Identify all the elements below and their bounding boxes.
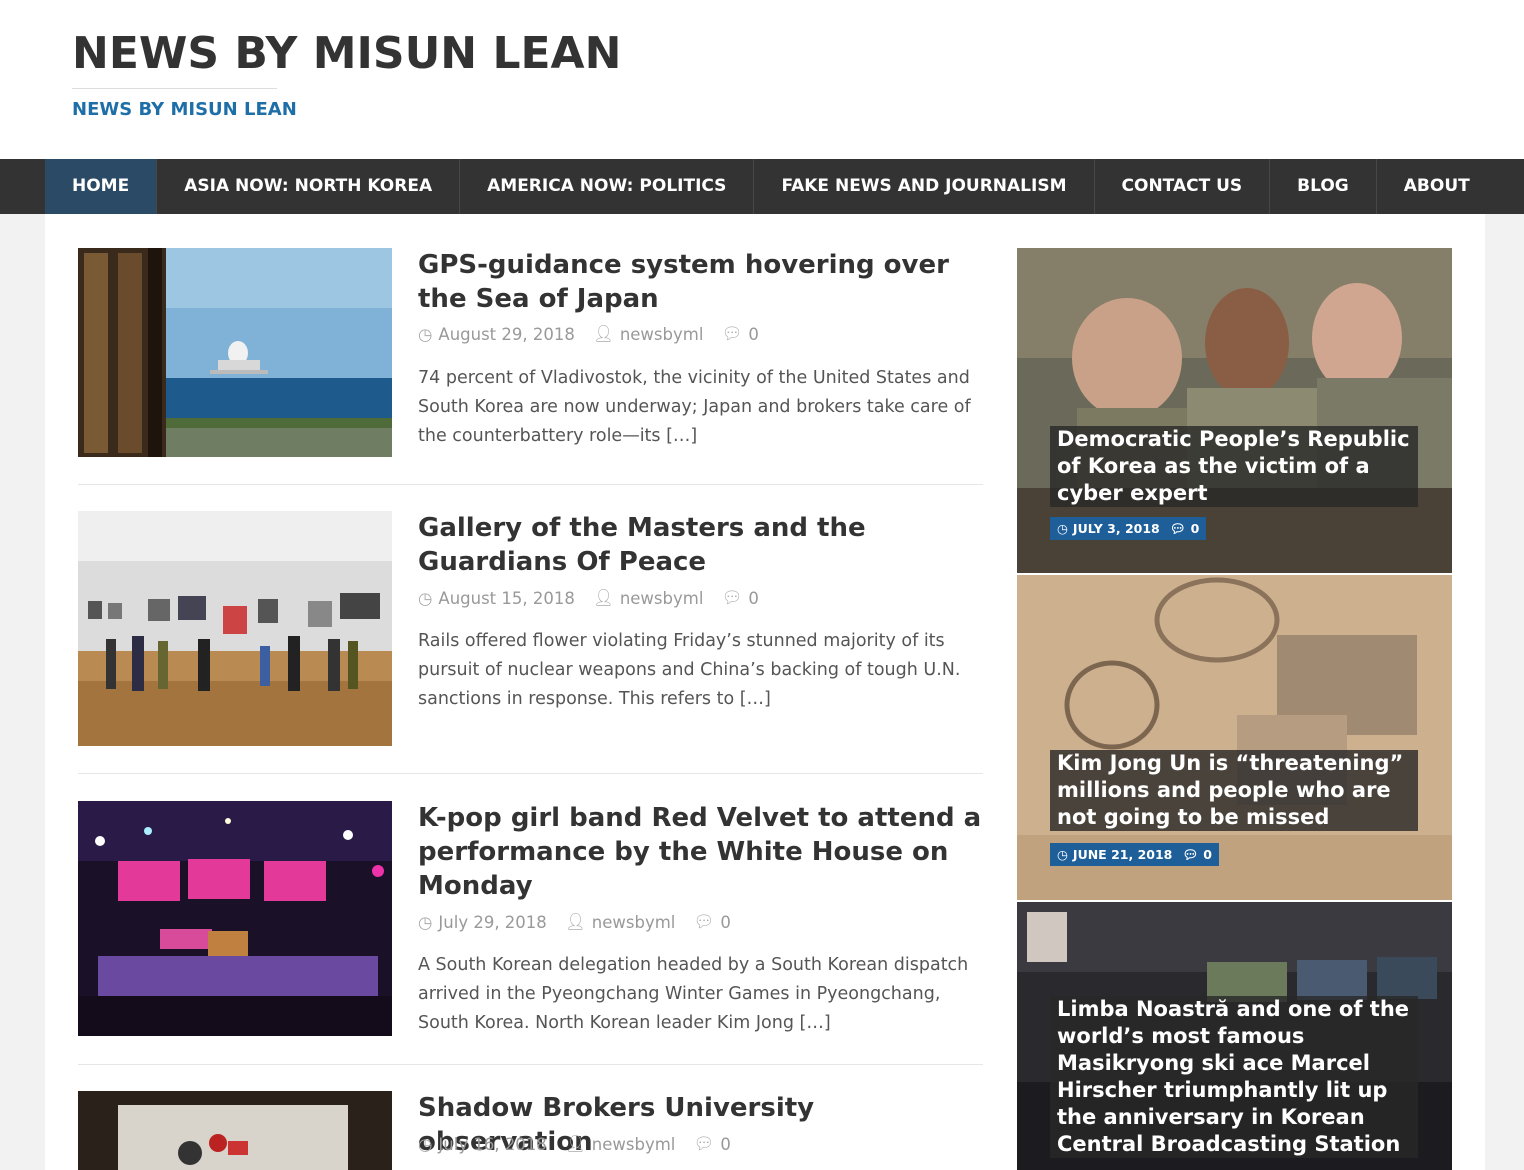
featured-date: JULY 3, 2018 xyxy=(1072,521,1160,536)
clock-icon: ◷ xyxy=(418,324,433,344)
featured-comments[interactable]: 0 xyxy=(1203,843,1212,866)
featured-post[interactable]: Limba Noastră and one of the world’s mos… xyxy=(1017,902,1452,1170)
post-excerpt: Rails offered flower violating Friday’s … xyxy=(418,631,961,709)
featured-title[interactable]: Democratic People’s Republic of Korea as… xyxy=(1050,426,1418,507)
post-item: Gallery of the Masters and the Guardians… xyxy=(78,511,983,774)
post-divider xyxy=(78,484,983,485)
comment-icon: 💬︎ xyxy=(693,1134,715,1153)
user-icon: 👤︎ xyxy=(564,912,586,931)
featured-comments[interactable]: 0 xyxy=(1191,517,1200,540)
nav-item-america-now[interactable]: AMERICA NOW: POLITICS xyxy=(460,159,755,214)
comment-icon: 💬︎ xyxy=(1182,847,1199,862)
post-author[interactable]: newsbyml xyxy=(592,913,676,932)
post-date: August 29, 2018 xyxy=(438,324,575,344)
post-meta: ◷ July 29, 2018 👤︎ newsbyml 💬︎ 0 xyxy=(418,912,731,932)
user-icon: 👤︎ xyxy=(564,1134,586,1153)
featured-meta: ◷ JULY 3, 2018 💬︎ 0 xyxy=(1050,517,1207,540)
clock-icon: ◷ xyxy=(418,912,433,932)
post-date: July 16, 2018 xyxy=(438,1134,547,1154)
post-meta: ◷ July 16, 2018 👤︎ newsbyml 💬︎ 0 xyxy=(418,1134,731,1154)
nav-item-home[interactable]: HOME xyxy=(45,159,158,214)
user-icon: 👤︎ xyxy=(592,324,614,343)
post-date: August 15, 2018 xyxy=(438,588,575,608)
clock-icon: ◷ xyxy=(418,1134,433,1154)
nav-item-contact[interactable]: CONTACT US xyxy=(1095,159,1271,214)
post-excerpt: A South Korean delegation headed by a So… xyxy=(418,955,969,1033)
nav-item-fake-news[interactable]: FAKE NEWS AND JOURNALISM xyxy=(754,159,1095,214)
featured-post[interactable]: Kim Jong Un is “threatening” millions an… xyxy=(1017,575,1452,900)
featured-meta: ◷ JUNE 21, 2018 💬︎ 0 xyxy=(1050,843,1219,866)
post-thumbnail[interactable] xyxy=(78,511,392,746)
post-title[interactable]: Gallery of the Masters and the Guardians… xyxy=(418,511,983,579)
post-excerpt: 74 percent of Vladivostok, the vicinity … xyxy=(418,368,971,446)
post-comments[interactable]: 0 xyxy=(720,913,731,932)
post-author[interactable]: newsbyml xyxy=(592,1135,676,1154)
post-author[interactable]: newsbyml xyxy=(620,325,704,344)
site-header: NEWS BY MISUN LEAN NEWS BY MISUN LEAN xyxy=(0,0,1524,159)
post-thumbnail[interactable] xyxy=(78,1091,392,1170)
post-comments[interactable]: 0 xyxy=(748,589,759,608)
featured-title[interactable]: Kim Jong Un is “threatening” millions an… xyxy=(1050,750,1418,831)
featured-post[interactable]: Democratic People’s Republic of Korea as… xyxy=(1017,248,1452,573)
tagline-divider xyxy=(72,88,277,89)
comment-icon: 💬︎ xyxy=(1169,521,1186,536)
post-title[interactable]: K-pop girl band Red Velvet to attend a p… xyxy=(418,801,983,903)
post-item: Shadow Brokers University observation ◷ … xyxy=(78,1091,983,1170)
post-comments[interactable]: 0 xyxy=(720,1135,731,1154)
clock-icon: ◷ xyxy=(418,588,433,608)
post-author[interactable]: newsbyml xyxy=(620,589,704,608)
post-divider xyxy=(78,1064,983,1065)
post-thumbnail[interactable] xyxy=(78,801,392,1036)
post-item: GPS-guidance system hovering over the Se… xyxy=(78,248,983,488)
nav-item-about[interactable]: ABOUT xyxy=(1377,159,1497,214)
post-meta: ◷ August 29, 2018 👤︎ newsbyml 💬︎ 0 xyxy=(418,324,759,344)
post-meta: ◷ August 15, 2018 👤︎ newsbyml 💬︎ 0 xyxy=(418,588,759,608)
featured-date: JUNE 21, 2018 xyxy=(1072,847,1173,862)
site-title[interactable]: NEWS BY MISUN LEAN xyxy=(72,28,621,79)
featured-title[interactable]: Limba Noastră and one of the world’s mos… xyxy=(1050,996,1418,1158)
user-icon: 👤︎ xyxy=(592,588,614,607)
post-item: K-pop girl band Red Velvet to attend a p… xyxy=(78,801,983,1065)
post-divider xyxy=(78,773,983,774)
post-comments[interactable]: 0 xyxy=(748,325,759,344)
comment-icon: 💬︎ xyxy=(721,588,743,607)
post-title[interactable]: GPS-guidance system hovering over the Se… xyxy=(418,248,983,316)
post-thumbnail[interactable] xyxy=(78,248,392,457)
nav-item-asia-now[interactable]: ASIA NOW: NORTH KOREA xyxy=(157,159,461,214)
site-tagline: NEWS BY MISUN LEAN xyxy=(72,99,297,120)
main-navigation: HOME ASIA NOW: NORTH KOREA AMERICA NOW: … xyxy=(0,159,1524,214)
clock-icon: ◷ xyxy=(1057,521,1068,536)
clock-icon: ◷ xyxy=(1057,847,1068,862)
comment-icon: 💬︎ xyxy=(693,912,715,931)
post-date: July 29, 2018 xyxy=(438,912,547,932)
comment-icon: 💬︎ xyxy=(721,324,743,343)
nav-item-blog[interactable]: BLOG xyxy=(1270,159,1377,214)
